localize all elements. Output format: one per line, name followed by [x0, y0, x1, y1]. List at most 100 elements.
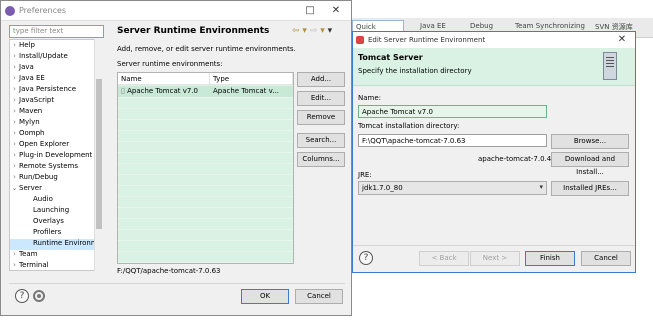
chevron-right-icon[interactable]: ›: [10, 140, 19, 148]
tree-item[interactable]: › Plug-in Development: [10, 151, 96, 162]
download-install-button[interactable]: Download and Install...: [551, 152, 629, 176]
version-hint: apache-tomcat-7.0.47: [478, 155, 556, 163]
back-arrow-icon[interactable]: ⇦: [292, 26, 300, 36]
perspective-team-sync[interactable]: Team Synchronizing: [515, 22, 585, 30]
tree-item[interactable]: › Java EE: [10, 74, 96, 85]
next-button[interactable]: Next >: [470, 251, 520, 266]
add-button[interactable]: Add...: [297, 72, 345, 87]
preferences-tree: › Help › Install/Update › Java › Java EE › Java P…: [9, 39, 104, 271]
tree-item[interactable]: › Remote Systems: [10, 162, 96, 173]
chevron-right-icon[interactable]: ›: [10, 85, 19, 93]
chevron-right-icon[interactable]: ›: [10, 261, 19, 269]
tree-item[interactable]: › JavaScript: [10, 96, 96, 107]
close-icon[interactable]: ✕: [329, 4, 343, 18]
tree-item[interactable]: › Help: [10, 41, 96, 52]
tree-item[interactable]: › Run/Debug: [10, 173, 96, 184]
cancel-button[interactable]: Cancel: [295, 289, 343, 304]
tree-item[interactable]: › Mylyn: [10, 118, 96, 129]
ok-button[interactable]: OK: [241, 289, 289, 304]
chevron-right-icon[interactable]: ›: [10, 52, 19, 60]
installed-jres-button[interactable]: Installed JREs...: [551, 181, 629, 196]
tree-item[interactable]: › Maven: [10, 107, 96, 118]
tree-item[interactable]: Launching: [10, 206, 96, 217]
tree-item[interactable]: Overlays: [10, 217, 96, 228]
help-icon[interactable]: ?: [15, 289, 29, 303]
chevron-down-icon[interactable]: ⌄: [10, 184, 19, 192]
table-gridline: [118, 174, 293, 175]
remove-button[interactable]: Remove: [297, 110, 345, 125]
tree-item[interactable]: › Oomph: [10, 129, 96, 140]
edit-dialog-titlebar: Edit Server Runtime Environment ✕: [353, 32, 635, 48]
tree-item-label: Java: [19, 63, 34, 71]
tree-item-label: Team: [19, 250, 38, 258]
tree-item[interactable]: › Java Persistence: [10, 85, 96, 96]
server-icon: [603, 52, 617, 80]
tree-item[interactable]: Runtime Environm: [10, 239, 98, 250]
chevron-right-icon[interactable]: ›: [10, 96, 19, 104]
tree-item-label: Help: [19, 41, 35, 49]
table-row[interactable]: ▯ Apache Tomcat v7.0 Apache Tomcat v...: [118, 86, 293, 97]
edit-button[interactable]: Edit...: [297, 91, 345, 106]
tree-item[interactable]: › Java: [10, 63, 96, 74]
import-export-icon[interactable]: [33, 290, 45, 302]
directory-field[interactable]: F:\QQT\apache-tomcat-7.0.63: [358, 134, 547, 147]
divider: [353, 245, 635, 246]
name-field[interactable]: Apache Tomcat v7.0: [358, 105, 547, 118]
tree-item-label: Oomph: [19, 129, 45, 137]
preferences-title: Preferences: [19, 6, 67, 15]
tree-item-label: Launching: [33, 206, 70, 214]
filter-input[interactable]: type filter text: [9, 25, 104, 38]
chevron-right-icon[interactable]: ›: [10, 173, 19, 181]
chevron-right-icon[interactable]: ›: [10, 63, 19, 71]
tree-item-label: Open Explorer: [19, 140, 70, 148]
chevron-right-icon[interactable]: ›: [10, 250, 19, 258]
tree-item[interactable]: Profilers: [10, 228, 96, 239]
perspective-java-ee[interactable]: Java EE: [420, 22, 446, 30]
edit-dialog-title: Edit Server Runtime Environment: [368, 36, 486, 44]
table-gridline: [118, 152, 293, 153]
preferences-titlebar: Preferences □ ✕: [1, 1, 351, 21]
tree-item-label: Java Persistence: [19, 85, 77, 93]
tree-item[interactable]: › Open Explorer: [10, 140, 96, 151]
runtime-path: F:/QQT/apache-tomcat-7.0.63: [117, 267, 221, 275]
nav-arrows[interactable]: ⇦ ▾ ⇨ ▾ ▾: [292, 26, 332, 36]
tree-item[interactable]: ⌄ Server: [10, 184, 96, 195]
directory-label: Tomcat installation directory:: [358, 122, 460, 130]
page-title: Server Runtime Environments: [117, 26, 270, 36]
chevron-right-icon[interactable]: ›: [10, 107, 19, 115]
tree-item-label: Audio: [33, 195, 53, 203]
browse-button[interactable]: Browse...: [551, 134, 629, 149]
tree-item[interactable]: › Team: [10, 250, 96, 261]
tree-item[interactable]: Audio: [10, 195, 96, 206]
back-button[interactable]: < Back: [419, 251, 469, 266]
search-button[interactable]: Search...: [297, 133, 345, 148]
table-gridline: [118, 229, 293, 230]
preferences-window: Preferences □ ✕ type filter text › Help › I…: [0, 0, 352, 316]
chevron-right-icon[interactable]: ›: [10, 41, 19, 49]
view-menu-icon[interactable]: ▾: [328, 26, 333, 36]
tree-item[interactable]: › Terminal: [10, 261, 96, 270]
column-header-type[interactable]: Type: [210, 73, 293, 85]
chevron-right-icon[interactable]: ›: [10, 162, 19, 170]
finish-button[interactable]: Finish: [525, 251, 575, 266]
tree-item-label: Maven: [19, 107, 43, 115]
tree-item-label: Runtime Environm: [33, 239, 98, 247]
perspective-debug[interactable]: Debug: [470, 22, 493, 30]
minimize-button[interactable]: □: [303, 4, 317, 18]
close-icon[interactable]: ✕: [615, 33, 629, 47]
chevron-right-icon[interactable]: ›: [10, 118, 19, 126]
tree-item-label: Terminal: [19, 261, 49, 269]
columns-button[interactable]: Columns...: [297, 152, 345, 167]
help-icon[interactable]: ?: [359, 251, 373, 265]
chevron-right-icon[interactable]: ›: [10, 151, 19, 159]
jre-select[interactable]: jdk1.7.0_80 ▾: [358, 181, 547, 195]
forward-arrow-icon[interactable]: ⇨: [310, 26, 318, 36]
chevron-right-icon[interactable]: ›: [10, 129, 19, 137]
cancel-button[interactable]: Cancel: [581, 251, 631, 266]
chevron-right-icon[interactable]: ›: [10, 74, 19, 82]
column-header-name[interactable]: Name: [118, 73, 210, 85]
tree-item[interactable]: › Install/Update: [10, 52, 96, 63]
tree-scrollbar-thumb[interactable]: [96, 79, 102, 229]
table-gridline: [118, 119, 293, 120]
tree-item-label: Plug-in Development: [19, 151, 93, 159]
